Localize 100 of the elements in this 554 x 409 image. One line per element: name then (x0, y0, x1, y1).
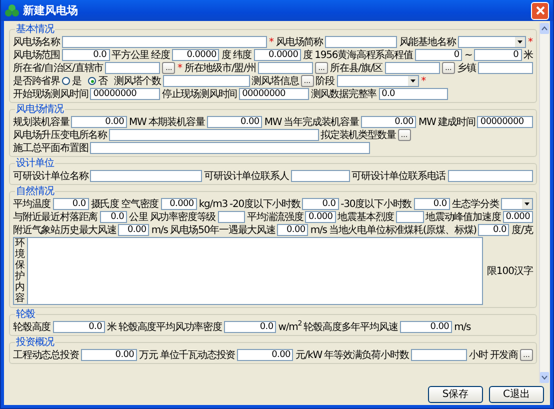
field-label: 米 (107, 322, 116, 332)
field-label: 风电场范围 (13, 50, 60, 60)
field-label: 开发商 (490, 350, 518, 360)
field-label: 度/克 (511, 224, 533, 236)
field-label: 风电场升压变电所名称 (13, 130, 108, 140)
text-field[interactable] (109, 129, 319, 141)
text-field[interactable]: 00000000 (239, 88, 309, 100)
field-label: 测风数据完整率 (310, 88, 377, 100)
number-field[interactable]: 0.00 (400, 321, 452, 333)
number-field[interactable]: 0.0000 (172, 49, 220, 61)
number-field[interactable]: 0.00 (118, 224, 150, 236)
field-label: 开始现场测风时间 (13, 88, 88, 100)
field-label: 1956黄海高程系高程值 (314, 50, 413, 60)
text-field[interactable] (90, 170, 202, 182)
field-label: 建成时间 (438, 116, 476, 128)
text-field[interactable] (448, 170, 533, 182)
number-field[interactable]: 0.00 (360, 116, 416, 128)
exit-button[interactable]: C退出 (489, 386, 544, 402)
field-label: 施工总平面布置图 (13, 142, 88, 154)
required-mark: * (177, 62, 182, 74)
field-label: -30度以下小时数 (340, 198, 412, 210)
number-field[interactable]: 0.00 (237, 349, 294, 361)
text-field[interactable] (258, 62, 314, 74)
text-field[interactable] (396, 211, 424, 223)
number-field[interactable]: 0.000 (502, 211, 533, 223)
dropdown[interactable] (336, 75, 420, 87)
number-field[interactable]: 0.0 (302, 198, 339, 210)
caret-icon (408, 76, 418, 86)
field-label: 当地火电单位标准煤耗(原煤、标煤) (328, 224, 476, 236)
text-field[interactable] (105, 62, 160, 74)
field-label: 所在地级市/盟/州 (184, 62, 256, 74)
field-label: w/m$^{2}$ (278, 322, 302, 332)
number-field[interactable]: 0 (414, 49, 462, 61)
text-field[interactable] (290, 170, 350, 182)
save-button[interactable]: S保存 (428, 386, 483, 402)
text-field[interactable]: 00000000 (90, 88, 160, 100)
field-label: 平方公里 (112, 50, 150, 60)
field-label: 阶段 (316, 76, 335, 86)
radio-option[interactable]: 否 (88, 76, 108, 86)
number-field[interactable]: 0.00 (71, 116, 127, 128)
number-field[interactable]: 0.000 (305, 211, 336, 223)
field-label: 附近气象站历史最大风速 (13, 224, 116, 236)
text-field[interactable]: 00000000 (477, 116, 533, 128)
text-field[interactable] (62, 36, 267, 48)
text-field[interactable] (410, 349, 467, 361)
text-field[interactable] (384, 62, 440, 74)
field-label: -20度以下小时数 (229, 198, 300, 210)
field-label: 风电场名称 (13, 36, 60, 48)
field-label: kg/m3 (198, 198, 228, 210)
memo-field[interactable]: 环境保护内容 (13, 237, 483, 305)
field-label: 纬度 (232, 50, 252, 60)
number-field[interactable]: 0.0000 (254, 49, 302, 61)
caret-icon (522, 199, 532, 209)
number-field[interactable]: 0.0 (62, 49, 110, 61)
field-label: 轮毂高度平均风功率密度 (118, 322, 222, 332)
number-field[interactable]: 0.0 (52, 198, 89, 210)
radio-option[interactable]: 是 (62, 76, 82, 86)
section-title: 设计单位 (15, 158, 55, 169)
field-label: 轮毂高度 (13, 322, 51, 332)
field-label: 可研设计单位名称 (13, 170, 88, 182)
close-button[interactable] (531, 2, 549, 20)
field-label: 规划装机容量 (13, 116, 70, 128)
char-limit-note: 限100汉字 (486, 264, 533, 278)
window-title: 新建风电场 (23, 3, 79, 18)
number-field[interactable]: 0.0 (52, 321, 106, 333)
scroll-up-icon[interactable] (540, 23, 549, 34)
scrollbar[interactable] (539, 23, 549, 383)
number-field[interactable]: 0.00 (206, 116, 262, 128)
field-label: 所在县/旗/区 (330, 62, 383, 74)
number-field[interactable]: 0.0 (224, 321, 276, 333)
text-field[interactable] (163, 75, 250, 87)
field-label: 工程动态总投资 (13, 350, 79, 360)
text-field[interactable]: 0.0 (378, 88, 448, 100)
field-label: 平均温度 (13, 198, 51, 210)
field-label: 度 (221, 50, 231, 60)
number-field[interactable]: 0.0 (414, 198, 450, 210)
section-title: 基本情况 (15, 24, 55, 35)
number-field[interactable]: 0.00 (80, 349, 138, 361)
number-field[interactable]: 0.0 (478, 224, 510, 236)
number-field[interactable]: 0 (474, 49, 522, 61)
text-field[interactable] (90, 142, 370, 154)
number-field[interactable]: 0.0 (100, 211, 128, 223)
memo-label: 环境保护内容 (14, 238, 28, 304)
text-field[interactable] (478, 62, 534, 74)
text-field[interactable] (218, 211, 246, 223)
field-label: 单位千瓦动态投资 (160, 350, 236, 360)
field-label: 地震基本烈度 (338, 212, 394, 222)
text-field[interactable] (324, 36, 398, 48)
field-label: MW (418, 116, 436, 128)
field-label: 度 (303, 50, 313, 60)
dropdown[interactable] (458, 36, 526, 48)
field-label: 风能基地名称 (399, 36, 456, 48)
scroll-down-icon[interactable] (540, 372, 549, 383)
field-label: ~ (464, 50, 472, 60)
number-field[interactable]: 0.000 (160, 198, 197, 210)
section-title: 风电场情况 (15, 104, 64, 115)
dropdown[interactable] (500, 198, 534, 210)
number-field[interactable]: 0.00 (277, 224, 308, 236)
field-label: 经度 (151, 50, 170, 60)
required-mark: * (421, 76, 426, 86)
